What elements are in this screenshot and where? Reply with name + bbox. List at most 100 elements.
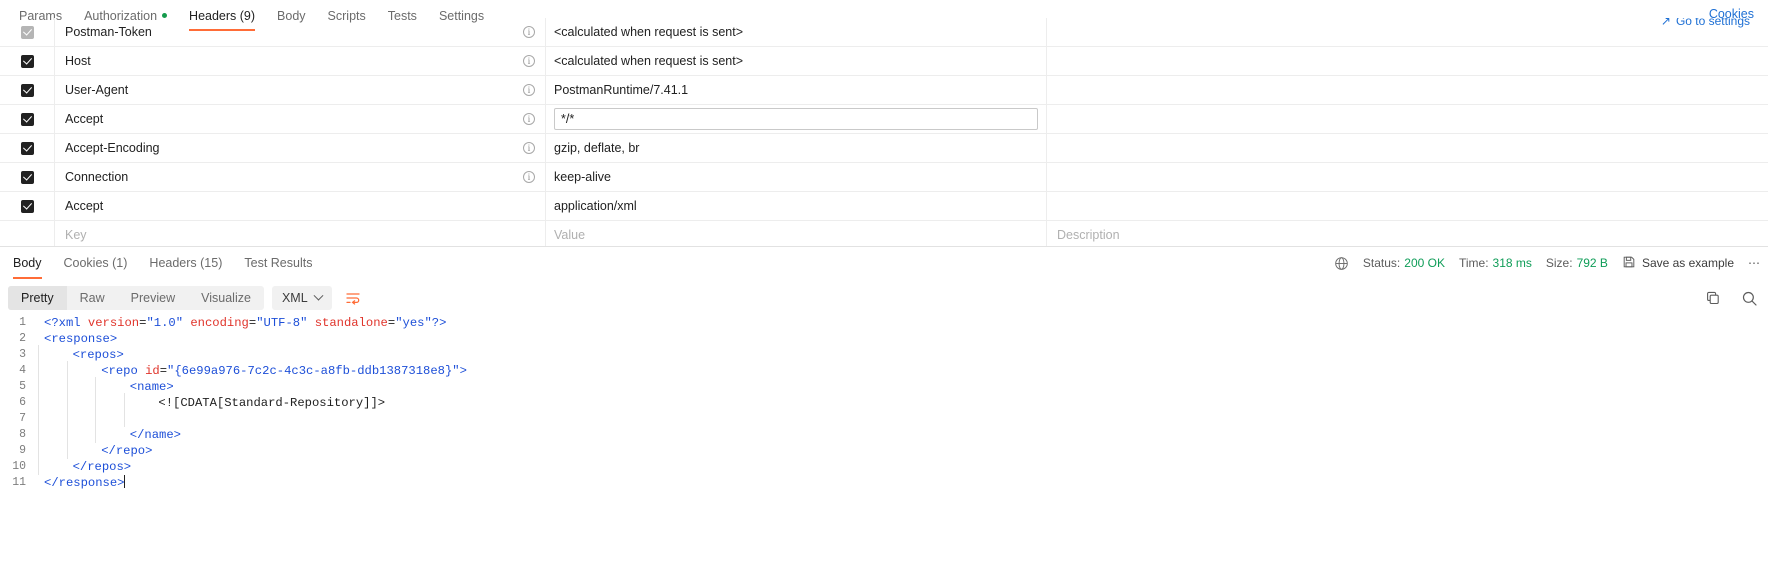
info-icon[interactable]: i [523,171,535,183]
code-line-content: <?xml version="1.0" encoding="UTF-8" sta… [36,315,446,331]
line-number: 11 [12,476,26,489]
code-token: <response> [44,332,118,346]
header-key-cell[interactable]: Accept-Encoding i [55,134,546,162]
checkbox-icon[interactable] [20,112,34,126]
response-tab-label: Headers (15) [149,256,223,270]
header-key-cell[interactable]: Postman-Token i [55,18,546,46]
info-icon[interactable]: i [523,26,535,38]
header-key-cell[interactable]: Connection i [55,163,546,191]
response-tab-cookies-1[interactable]: Cookies (1) [53,247,139,279]
format-tab-preview[interactable]: Preview [118,286,188,310]
header-row-checkbox-cell[interactable] [0,163,55,191]
header-key-cell[interactable]: Accept i [55,105,546,133]
header-key-cell[interactable]: Accept [55,192,546,220]
checkbox-icon[interactable] [20,54,34,68]
format-tab-visualize[interactable]: Visualize [188,286,264,310]
header-value-cell[interactable]: keep-alive [546,163,1047,191]
response-tab-label: Cookies (1) [63,256,128,270]
code-line-content: <repo id="{6e99a976-7c2c-4c3c-a8fb-ddb13… [36,361,467,379]
header-key-text: Accept [65,112,104,126]
format-tab-label: Pretty [21,291,54,305]
header-row-checkbox-cell[interactable] [0,47,55,75]
line-number: 3 [19,348,26,361]
format-tab-label: Preview [130,291,176,305]
line-number: 6 [19,396,26,409]
checkbox-icon[interactable] [20,199,34,213]
wrap-lines-button[interactable] [340,286,366,310]
header-key-cell[interactable]: User-Agent i [55,76,546,104]
key-placeholder: Key [65,228,87,242]
header-value-cell[interactable]: */* [546,105,1047,133]
format-tab-pretty[interactable]: Pretty [8,286,67,310]
header-row-checkbox-cell[interactable] [0,134,55,162]
code-token: <name> [129,380,174,394]
header-value-text: application/xml [554,199,637,213]
format-tab-raw[interactable]: Raw [67,286,118,310]
new-header-description-input[interactable]: Description [1047,221,1768,249]
header-description-cell[interactable] [1047,105,1768,133]
code-token: standalone [314,316,388,330]
table-row[interactable]: Accept i */* [0,105,1768,134]
language-select[interactable]: XML [271,286,332,310]
table-row[interactable]: User-Agent i PostmanRuntime/7.41.1 [0,76,1768,105]
checkbox-icon[interactable] [20,141,34,155]
new-header-value-input[interactable]: Value [546,221,1047,249]
info-icon[interactable]: i [523,113,535,125]
header-value-cell[interactable]: PostmanRuntime/7.41.1 [546,76,1047,104]
checkbox-icon[interactable] [20,170,34,184]
header-key-cell[interactable]: Host i [55,47,546,75]
header-value-cell[interactable]: <calculated when request is sent> [546,47,1047,75]
format-tab-label: Visualize [201,291,251,305]
header-description-cell[interactable] [1047,18,1768,46]
response-body-code[interactable]: 1 <?xml version="1.0" encoding="UTF-8" st… [0,315,1768,566]
header-value-text: gzip, deflate, br [554,141,640,155]
size-value: 792 B [1576,256,1608,270]
header-description-cell[interactable] [1047,163,1768,191]
table-row[interactable]: Postman-Token i <calculated when request i… [0,18,1768,47]
code-token: > [459,364,467,378]
header-key-text: User-Agent [65,83,129,97]
go-to-settings-link[interactable]: ↗ Go to settings [1661,18,1750,28]
response-tab-test-results[interactable]: Test Results [233,247,323,279]
search-icon[interactable] [1741,290,1758,307]
header-description-cell[interactable] [1047,76,1768,104]
time-label: Time: [1458,256,1489,270]
line-number: 8 [19,428,26,441]
header-value-cell[interactable]: <calculated when request is sent> [546,18,1047,46]
table-row[interactable]: Accept-Encoding i gzip, deflate, br [0,134,1768,163]
header-description-cell[interactable] [1047,47,1768,75]
line-number: 5 [19,380,26,393]
header-value-text: <calculated when request is sent> [554,25,744,39]
header-description-cell[interactable] [1047,192,1768,220]
header-value-cell[interactable]: gzip, deflate, br [546,134,1047,162]
table-row[interactable]: Accept application/xml [0,192,1768,221]
save-as-example-label: Save as example [1641,256,1734,270]
header-row-checkbox-cell[interactable] [0,76,55,104]
header-value-cell[interactable]: application/xml [546,192,1047,220]
code-token: </repos> [72,460,132,474]
header-row-checkbox-cell[interactable] [0,192,55,220]
code-token: = [159,364,168,378]
response-tab-headers-15[interactable]: Headers (15) [138,247,233,279]
checkbox-icon[interactable] [20,25,34,39]
response-overflow-menu[interactable]: ⋯ [1748,256,1760,270]
network-globe-icon[interactable] [1334,256,1349,271]
header-description-cell[interactable] [1047,134,1768,162]
code-line: 6 <![CDATA[Standard-Repository]]> [0,393,1768,411]
table-row[interactable]: Connection i keep-alive [0,163,1768,192]
header-row-checkbox-cell[interactable] [0,18,55,46]
header-value-input[interactable]: */* [554,108,1038,130]
info-icon[interactable]: i [523,55,535,67]
new-header-checkbox-cell[interactable] [0,221,55,249]
header-row-checkbox-cell[interactable] [0,105,55,133]
new-header-key-input[interactable]: Key [55,221,546,249]
info-icon[interactable]: i [523,142,535,154]
checkbox-icon[interactable] [20,83,34,97]
line-number: 9 [19,444,26,457]
info-icon[interactable]: i [523,84,535,96]
table-row[interactable]: Host i <calculated when request is sent> [0,47,1768,76]
response-tab-body[interactable]: Body [2,247,53,279]
save-as-example-button[interactable]: Save as example [1622,255,1734,272]
copy-icon[interactable] [1705,290,1721,306]
description-placeholder: Description [1057,228,1120,242]
